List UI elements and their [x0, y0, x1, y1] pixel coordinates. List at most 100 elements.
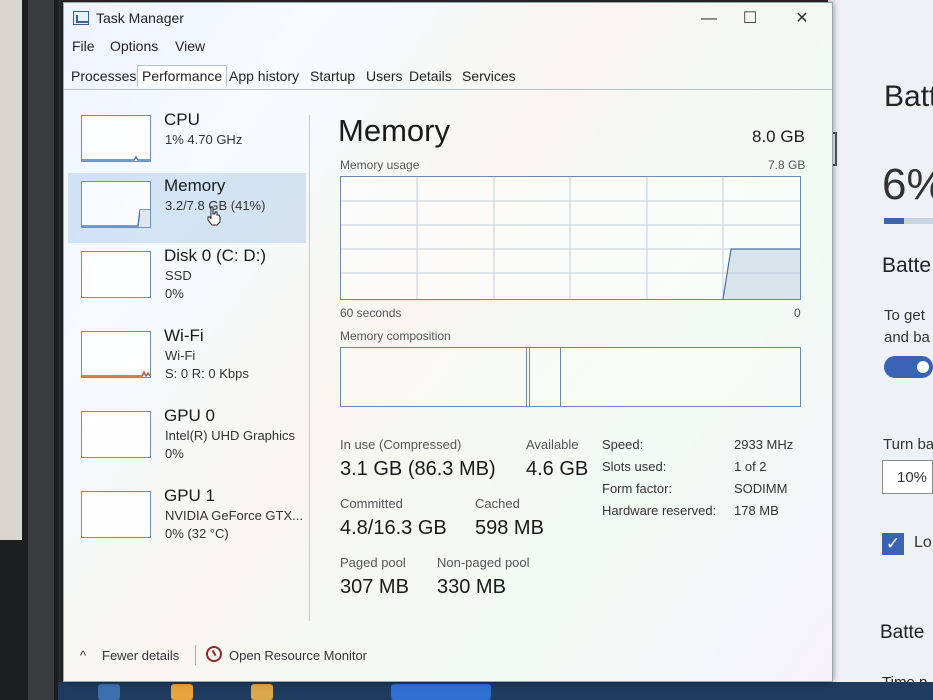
- battery-section-heading: Batte: [882, 254, 932, 277]
- memory-composition-label: Memory composition: [340, 329, 451, 343]
- sidebar-item-detail: Wi-Fi: [165, 348, 196, 363]
- in-use-value: 3.1 GB (86.3 MB): [340, 458, 496, 480]
- wifi-thumbnail-graph: [81, 331, 151, 378]
- sidebar-item-memory[interactable]: Memory 3.2/7.8 GB (41%): [68, 173, 306, 243]
- fewer-details-label: Fewer details: [102, 648, 180, 663]
- speed-value: 2933 MHz: [734, 437, 794, 452]
- turn-on-label: Turn ba: [883, 436, 933, 453]
- sidebar-item-name: Disk 0 (C: D:): [164, 246, 266, 265]
- close-button[interactable]: ✕: [782, 7, 822, 31]
- maximize-button[interactable]: ☐: [730, 7, 770, 31]
- sidebar-item-name: Memory: [164, 176, 226, 195]
- minimize-button[interactable]: —: [689, 7, 729, 31]
- in-use-label: In use (Compressed): [340, 437, 462, 452]
- sidebar-item-wifi[interactable]: Wi-Fi Wi-Fi S: 0 R: 0 Kbps: [68, 323, 306, 393]
- composition-standby: [530, 348, 561, 406]
- hardware-reserved-value: 178 MB: [734, 503, 779, 518]
- battery-threshold-select[interactable]: 10%: [882, 460, 933, 494]
- memory-usage-graph: [340, 176, 801, 300]
- battery-description: To get and ba: [884, 305, 933, 349]
- disk-thumbnail-graph: [81, 251, 151, 298]
- memory-composition-bar: [340, 347, 801, 407]
- battery-usage-heading: Batte: [880, 622, 925, 643]
- lower-brightness-checkbox[interactable]: ✓: [882, 533, 904, 555]
- graph-axis-right: 0: [794, 306, 801, 320]
- taskbar-folder-icon[interactable]: [251, 684, 273, 700]
- lower-brightness-label: Lo: [914, 534, 932, 551]
- background-paper: [0, 0, 22, 540]
- cpu-thumbnail-line: [82, 155, 150, 161]
- form-factor-value: SODIMM: [734, 481, 788, 496]
- taskbar-app-icon[interactable]: [171, 684, 193, 700]
- gpu0-thumbnail-graph: [81, 411, 151, 458]
- sidebar-item-detail: SSD: [165, 268, 192, 283]
- tab-users[interactable]: Users: [366, 68, 403, 84]
- sidebar-item-gpu1[interactable]: GPU 1 NVIDIA GeForce GTX... 0% (32 °C): [68, 483, 306, 553]
- memory-thumbnail-graph: [81, 181, 151, 228]
- committed-label: Committed: [340, 496, 403, 511]
- task-manager-window: Task Manager — ☐ ✕ File Options View Pro…: [63, 2, 833, 682]
- tab-services[interactable]: Services: [462, 68, 516, 84]
- sidebar-divider: [309, 115, 310, 621]
- memory-usage-label: Memory usage: [340, 158, 420, 172]
- task-manager-icon: [73, 11, 89, 25]
- tab-performance[interactable]: Performance: [137, 65, 228, 87]
- sidebar-item-name: GPU 1: [164, 486, 216, 505]
- tab-details[interactable]: Details: [409, 68, 452, 84]
- sidebar-item-detail: Intel(R) UHD Graphics: [165, 428, 296, 443]
- battery-description-line: and ba: [884, 329, 930, 346]
- bezel-edge: [28, 0, 54, 700]
- sidebar-item-detail: S: 0 R: 0 Kbps: [165, 366, 249, 381]
- composition-free: [561, 348, 800, 406]
- title-bar[interactable]: Task Manager — ☐ ✕: [64, 3, 832, 35]
- sidebar-item-detail: 1% 4.70 GHz: [165, 132, 243, 147]
- gpu1-thumbnail-graph: [81, 491, 151, 538]
- menu-file[interactable]: File: [72, 38, 95, 54]
- sidebar-item-detail: 0%: [165, 286, 184, 301]
- battery-percent: 6%: [882, 160, 933, 209]
- hand-pointer-icon: [207, 206, 221, 226]
- toggle-knob: [917, 361, 929, 373]
- committed-value: 4.8/16.3 GB: [340, 517, 447, 539]
- menu-view[interactable]: View: [175, 38, 205, 54]
- window-title: Task Manager: [96, 10, 184, 26]
- chevron-up-icon: ^: [80, 648, 87, 663]
- wifi-thumbnail-line: [82, 370, 151, 378]
- graph-axis-left: 60 seconds: [340, 306, 402, 320]
- sidebar-item-name: GPU 0: [164, 406, 216, 425]
- battery-level-bar: [884, 218, 933, 224]
- paged-pool-value: 307 MB: [340, 576, 409, 598]
- memory-usage-max: 7.8 GB: [768, 158, 806, 172]
- fewer-details-button[interactable]: ^ Fewer details: [80, 648, 179, 663]
- tab-app-history[interactable]: App history: [229, 68, 299, 84]
- panel-title: Memory: [338, 113, 450, 148]
- sidebar-item-gpu0[interactable]: GPU 0 Intel(R) UHD Graphics 0%: [68, 403, 306, 473]
- usage-area: [723, 249, 800, 299]
- tab-startup[interactable]: Startup: [310, 68, 355, 84]
- non-paged-pool-label: Non-paged pool: [437, 555, 530, 570]
- sidebar-item-disk[interactable]: Disk 0 (C: D:) SSD 0%: [68, 243, 306, 313]
- tab-processes[interactable]: Processes: [71, 68, 136, 84]
- sidebar-item-cpu[interactable]: CPU 1% 4.70 GHz: [68, 107, 306, 177]
- taskbar-start-icon[interactable]: [98, 684, 120, 700]
- menu-options[interactable]: Options: [110, 38, 158, 54]
- taskbar: [58, 682, 933, 700]
- screen-bezel: [0, 0, 58, 700]
- slots-used-label: Slots used:: [602, 459, 667, 474]
- cached-label: Cached: [475, 496, 520, 511]
- speed-label: Speed:: [602, 437, 644, 452]
- available-label: Available: [526, 437, 579, 452]
- cached-value: 598 MB: [475, 517, 544, 539]
- sidebar-item-name: CPU: [164, 110, 200, 129]
- composition-in-use: [341, 348, 527, 406]
- battery-level-fill: [884, 218, 904, 224]
- open-resource-monitor-link[interactable]: Open Resource Monitor: [229, 648, 367, 663]
- taskbar-app-icon[interactable]: [391, 684, 491, 700]
- slots-used-value: 1 of 2: [734, 459, 767, 474]
- sidebar-item-detail: NVIDIA GeForce GTX...: [165, 508, 303, 523]
- battery-description-line: To get: [884, 307, 925, 324]
- battery-title: Batt: [884, 80, 933, 113]
- footer-divider: [195, 645, 196, 665]
- battery-saver-toggle[interactable]: [884, 356, 933, 378]
- form-factor-label: Form factor:: [602, 481, 673, 496]
